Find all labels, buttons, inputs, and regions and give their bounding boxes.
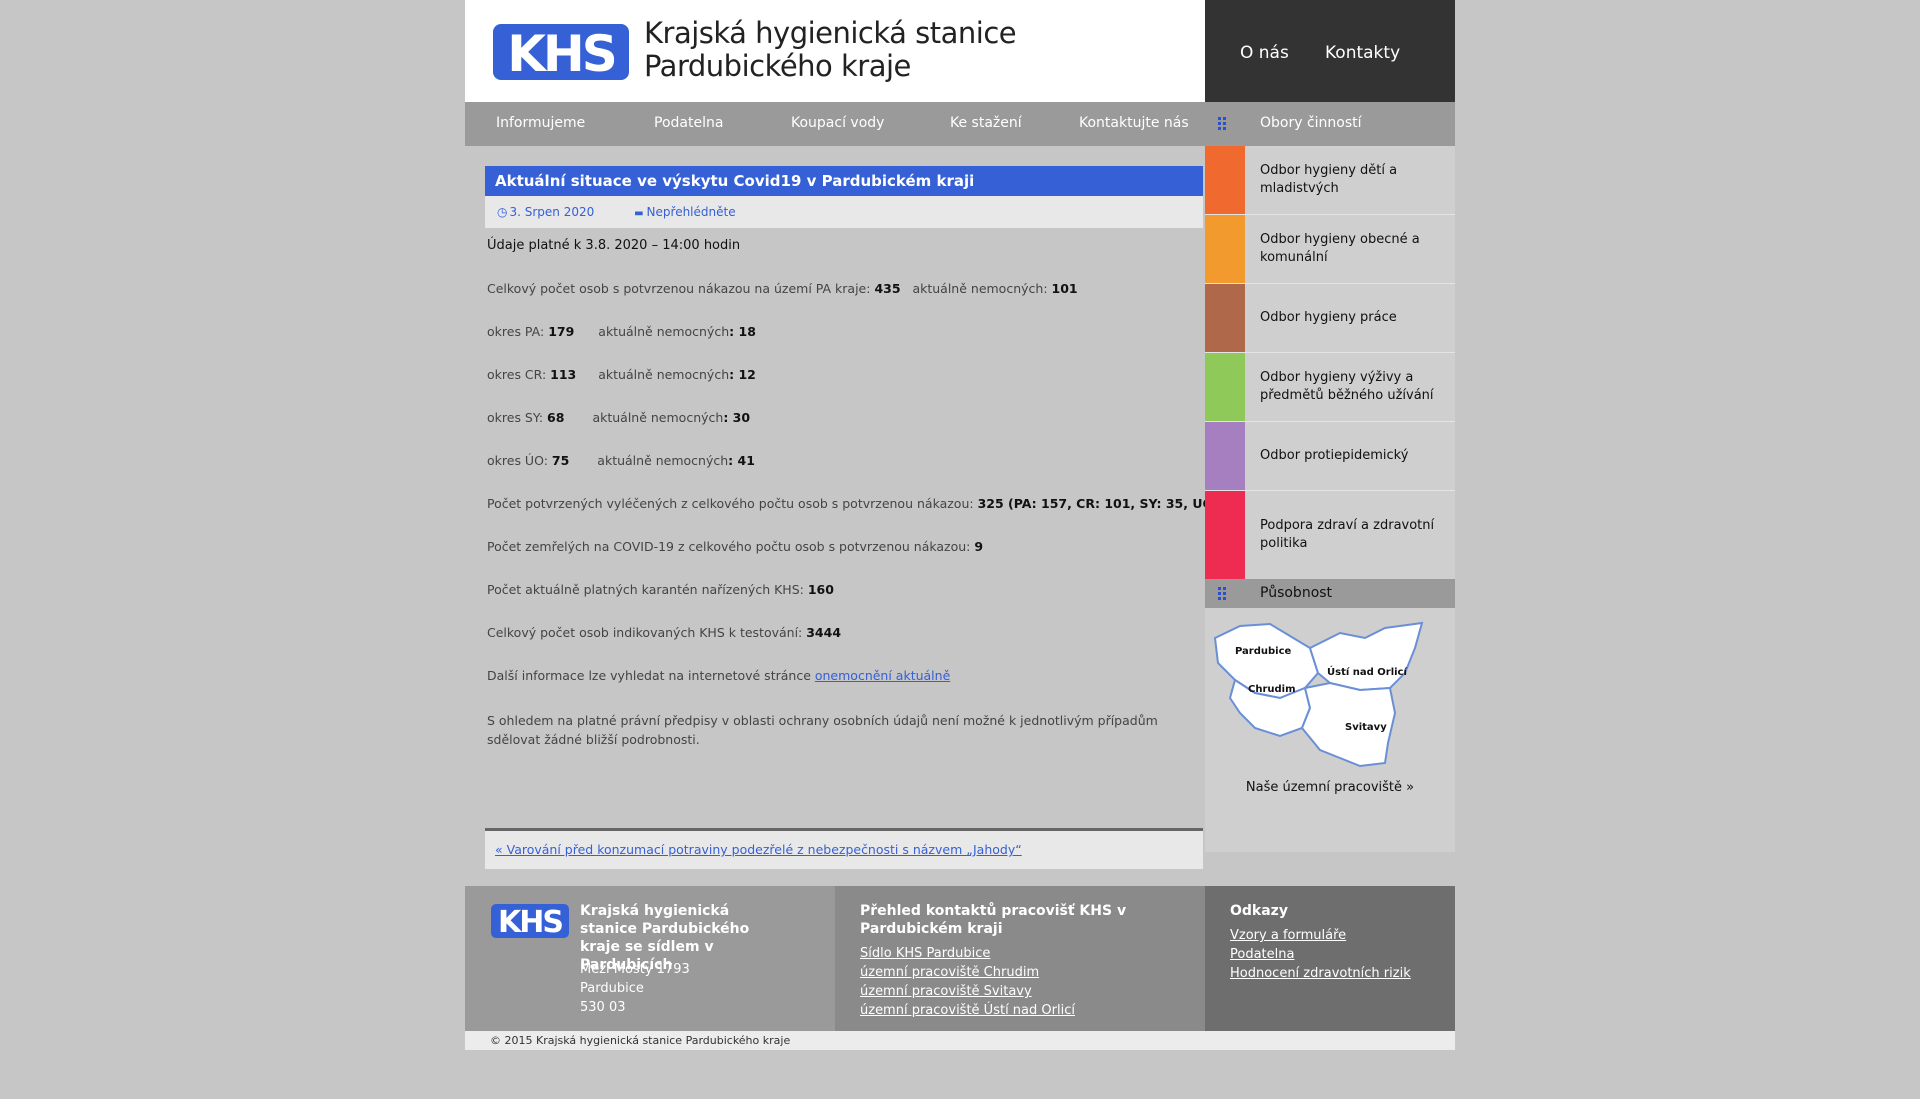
footer-links-list: Vzory a formuláře Podatelna Hodnocení zd… xyxy=(1230,926,1411,983)
previous-post-link[interactable]: « Varování před konzumací potraviny pode… xyxy=(495,842,1022,857)
sidebar-item-label: Odbor hygieny dětí a mladistvých xyxy=(1260,163,1398,196)
sidebar-item-general-hygiene[interactable]: Odbor hygieny obecné a komunální xyxy=(1205,215,1455,284)
footer-col-address: KHS Krajská hygienická stanice Pardubick… xyxy=(465,886,835,1031)
folder-icon: ▬ xyxy=(634,208,644,219)
color-swatch xyxy=(1205,491,1245,579)
sidebar-departments: Odbor hygieny dětí a mladistvých Odbor h… xyxy=(1205,146,1455,580)
footer-link-chrudim[interactable]: územní pracoviště Chrudim xyxy=(860,963,1075,982)
site-header: KHS Krajská hygienická stanice Pardubick… xyxy=(465,0,1455,102)
sidebar-item-nutrition-hygiene[interactable]: Odbor hygieny výživy a předmětů běžného … xyxy=(1205,353,1455,422)
nav-kontaktujte-nas[interactable]: Kontaktujte nás xyxy=(1079,115,1189,131)
sidebar-heading-label: Působnost xyxy=(1260,585,1333,601)
covid-info-link[interactable]: onemocnění aktuálně xyxy=(815,668,950,683)
site-title-line1: Krajská hygienická stanice xyxy=(644,16,1017,50)
main-content: Aktuální situace ve výskytu Covid19 v Pa… xyxy=(485,166,1203,228)
quarantine-line: Počet aktuálně platných karantén nařízen… xyxy=(487,582,834,597)
sidebar-item-label: Odbor hygieny obecné a komunální xyxy=(1260,232,1420,265)
footer-col-contacts: Přehled kontaktů pracovišť KHS v Pardubi… xyxy=(835,886,1205,1031)
sidebar-heading-obory: Obory činností xyxy=(1205,102,1455,146)
main-nav: Informujeme Podatelna Koupací vody Ke st… xyxy=(465,102,1205,146)
footer-link-sidlo[interactable]: Sídlo KHS Pardubice xyxy=(860,944,1075,963)
footer-link-usti[interactable]: územní pracoviště Ústí nad Orlicí xyxy=(860,1001,1075,1020)
post-navigation: « Varování před konzumací potraviny pode… xyxy=(485,828,1203,869)
grip-icon xyxy=(1218,117,1227,130)
map-label-svitavy: Svitavy xyxy=(1345,722,1387,733)
nav-contacts[interactable]: Kontakty xyxy=(1325,43,1400,63)
top-nav: O nás Kontakty xyxy=(1205,0,1455,102)
footer-khs-logo: KHS xyxy=(491,904,569,938)
sidebar-item-children-hygiene[interactable]: Odbor hygieny dětí a mladistvých xyxy=(1205,146,1455,215)
color-swatch xyxy=(1205,146,1245,214)
copyright-text: © 2015 Krajská hygienická stanice Pardub… xyxy=(490,1034,791,1047)
map-label-chrudim: Chrudim xyxy=(1248,684,1296,695)
deaths-line: Počet zemřelých na COVID-19 z celkového … xyxy=(487,539,984,554)
region-map-box: Pardubice Ústí nad Orlicí Chrudim Svitav… xyxy=(1205,608,1455,852)
address-line: Pardubice xyxy=(580,981,644,996)
sidebar-heading-label: Obory činností xyxy=(1260,115,1362,131)
post-category[interactable]: ▬ Nepřehlédněte xyxy=(634,205,754,219)
map-label-pardubice: Pardubice xyxy=(1235,646,1292,657)
sidebar-item-work-hygiene[interactable]: Odbor hygieny práce xyxy=(1205,284,1455,353)
site-title[interactable]: Krajská hygienická stanice Pardubického … xyxy=(644,16,1017,83)
nav-koupaci-vody[interactable]: Koupací vody xyxy=(791,115,884,131)
district-row: okres CR: 113 aktuálně nemocných: 12 xyxy=(487,367,756,382)
post-body: Údaje platné k 3.8. 2020 – 14:00 hodin C… xyxy=(485,238,1246,758)
svg-text:KHS: KHS xyxy=(498,905,562,938)
svg-text:KHS: KHS xyxy=(507,25,615,80)
region-map[interactable]: Pardubice Ústí nad Orlicí Chrudim Svitav… xyxy=(1210,618,1435,773)
post-meta: ◷ 3. Srpen 2020 ▬ Nepřehlédněte xyxy=(485,196,1203,228)
footer-address: Mezi Mosty 1793 Pardubice 530 03 xyxy=(580,960,690,1017)
post-title[interactable]: Aktuální situace ve výskytu Covid19 v Pa… xyxy=(485,166,1203,196)
sidebar-item-label: Odbor protiepidemický xyxy=(1260,448,1409,463)
footer-links-heading: Odkazy xyxy=(1230,903,1288,919)
copyright-bar: © 2015 Krajská hygienická stanice Pardub… xyxy=(465,1031,1455,1050)
workplaces-link[interactable]: Naše územní pracoviště » xyxy=(1205,780,1455,795)
privacy-note: S ohledem na platné právní předpisy v ob… xyxy=(487,713,1158,747)
sidebar-item-epidemiology[interactable]: Odbor protiepidemický xyxy=(1205,422,1455,491)
color-swatch xyxy=(1205,284,1245,352)
sidebar-item-health-promotion[interactable]: Podpora zdraví a zdravotní politika xyxy=(1205,491,1455,580)
nav-about[interactable]: O nás xyxy=(1240,43,1289,63)
sidebar-item-label: Podpora zdraví a zdravotní politika xyxy=(1260,518,1435,551)
map-district-usti[interactable] xyxy=(1308,621,1424,692)
nav-ke-stazeni[interactable]: Ke stažení xyxy=(950,115,1022,131)
district-row: okres SY: 68 aktuálně nemocných: 30 xyxy=(487,410,751,425)
color-swatch xyxy=(1205,353,1245,421)
total-line: Celkový počet osob s potvrzenou nákazou … xyxy=(487,281,1078,296)
footer-contacts-links: Sídlo KHS Pardubice územní pracoviště Ch… xyxy=(860,944,1075,1020)
footer-col-links: Odkazy Vzory a formuláře Podatelna Hodno… xyxy=(1205,886,1455,1031)
address-line: Mezi Mosty 1793 xyxy=(580,962,690,977)
site-footer: KHS Krajská hygienická stanice Pardubick… xyxy=(465,886,1455,1031)
grip-icon xyxy=(1218,587,1227,600)
post-date[interactable]: ◷ 3. Srpen 2020 xyxy=(497,205,612,219)
khs-logo[interactable]: KHS xyxy=(493,24,629,80)
sidebar-heading-pusobnost: Působnost xyxy=(1205,579,1455,608)
footer-contacts-heading: Přehled kontaktů pracovišť KHS v Pardubi… xyxy=(860,903,1127,937)
address-line: 530 03 xyxy=(580,1000,626,1015)
nav-informujeme[interactable]: Informujeme xyxy=(496,115,585,131)
nav-podatelna[interactable]: Podatelna xyxy=(654,115,723,131)
tested-line: Celkový počet osob indikovaných KHS k te… xyxy=(487,625,842,640)
validity-line: Údaje platné k 3.8. 2020 – 14:00 hodin xyxy=(487,238,741,253)
more-info-line: Další informace lze vyhledat na internet… xyxy=(487,668,951,683)
clock-icon: ◷ xyxy=(497,205,508,219)
color-swatch xyxy=(1205,215,1245,283)
sidebar-item-label: Odbor hygieny výživy a předmětů běžného … xyxy=(1260,370,1434,403)
sidebar-item-label: Odbor hygieny práce xyxy=(1260,310,1397,325)
color-swatch xyxy=(1205,422,1245,490)
footer-link-forms[interactable]: Vzory a formuláře xyxy=(1230,926,1411,945)
footer-link-svitavy[interactable]: územní pracoviště Svitavy xyxy=(860,982,1075,1001)
site-title-line2: Pardubického kraje xyxy=(644,49,911,83)
page: KHS Krajská hygienická stanice Pardubick… xyxy=(465,0,1455,1050)
district-row: okres PA: 179 aktuálně nemocných: 18 xyxy=(487,324,756,339)
district-row: okres ÚO: 75 aktuálně nemocných: 41 xyxy=(487,453,755,468)
recovered-line: Počet potvrzených vyléčených z celkového… xyxy=(487,496,1246,511)
map-label-usti: Ústí nad Orlicí xyxy=(1327,665,1407,678)
footer-link-podatelna[interactable]: Podatelna xyxy=(1230,945,1411,964)
footer-link-risks[interactable]: Hodnocení zdravotních rizik xyxy=(1230,964,1411,983)
